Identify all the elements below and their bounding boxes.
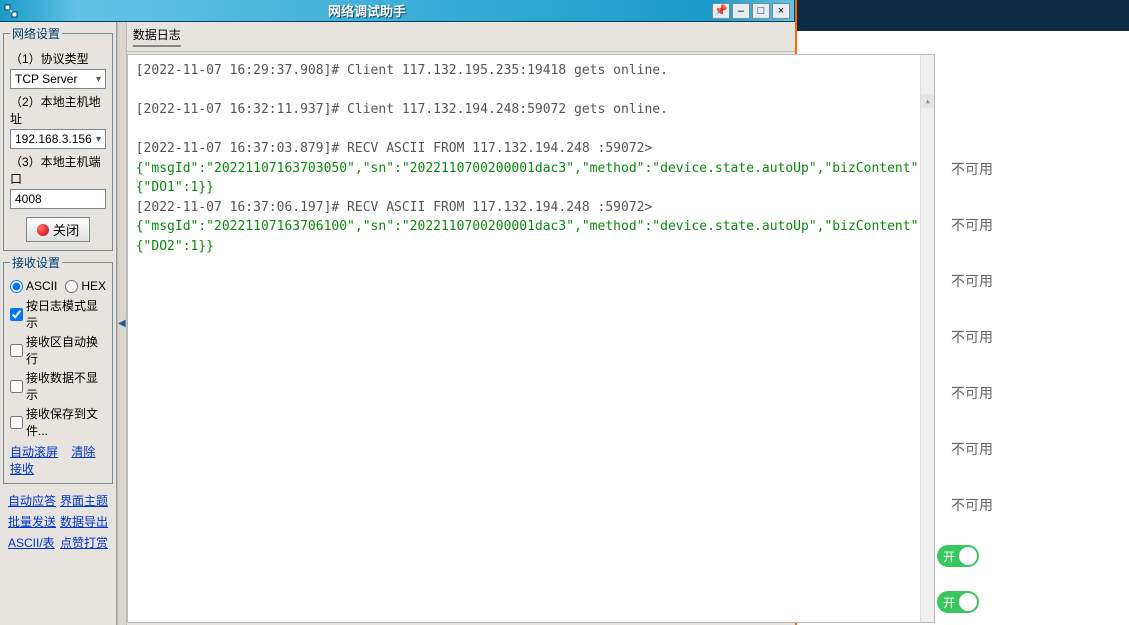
auto-reply-link[interactable]: 自动应答: [8, 492, 56, 509]
right-topbar: [797, 0, 1129, 31]
like-link[interactable]: 点赞打赏: [60, 534, 108, 551]
net-assist-window: 网络调试助手 📌 – □ × 网络设置 （1）协议类型 TCP Server （…: [0, 0, 795, 625]
ascii-radio[interactable]: ASCII: [10, 279, 57, 293]
log-line: [2022-11-07 16:29:37.908]# Client 117.13…: [136, 63, 668, 78]
log-scrollbar[interactable]: ▴: [920, 55, 934, 622]
row-status-label: 不可用: [951, 327, 993, 347]
hide-recv-checkbox[interactable]: 接收数据不显示: [10, 369, 106, 403]
scroll-up-icon[interactable]: ▴: [921, 94, 934, 108]
log-line: [2022-11-07 16:37:03.879]# RECV ASCII FR…: [136, 141, 653, 156]
host-label: （2）本地主机地址: [10, 93, 106, 127]
chevron-left-icon: ◀: [118, 318, 126, 329]
auto-scroll-link[interactable]: 自动滚屏: [10, 445, 58, 459]
record-icon: [37, 224, 49, 236]
protocol-select[interactable]: TCP Server: [10, 69, 106, 89]
maximize-button[interactable]: □: [752, 3, 770, 19]
window-title: 网络调试助手: [22, 1, 712, 20]
bottom-link-grid: 自动应答 界面主题 批量发送 数据导出 ASCII/表 点赞打赏: [4, 490, 112, 553]
row-status-label: 不可用: [951, 495, 993, 515]
log-line: {"msgId":"20221107163706100","sn":"20221…: [136, 219, 927, 254]
toggle-switch[interactable]: 开: [937, 545, 979, 567]
log-line: [2022-11-07 16:37:06.197]# RECV ASCII FR…: [136, 200, 653, 215]
network-settings-legend: 网络设置: [10, 25, 62, 42]
sidebar: 网络设置 （1）协议类型 TCP Server （2）本地主机地址 192.16…: [0, 22, 117, 625]
row-status-label: 不可用: [951, 159, 993, 179]
log-line: {"msgId":"20221107163703050","sn":"20221…: [136, 161, 927, 196]
row-status-label: 不可用: [951, 439, 993, 459]
app-body: 网络设置 （1）协议类型 TCP Server （2）本地主机地址 192.16…: [0, 22, 794, 625]
auto-wrap-checkbox[interactable]: 接收区自动换行: [10, 333, 106, 367]
hex-radio[interactable]: HEX: [65, 279, 106, 293]
minimize-button[interactable]: –: [732, 3, 750, 19]
theme-link[interactable]: 界面主题: [60, 492, 108, 509]
log-mode-checkbox[interactable]: 按日志模式显示: [10, 297, 106, 331]
ascii-table-link[interactable]: ASCII/表: [8, 534, 55, 551]
toggle-on-label: 开: [943, 548, 955, 565]
save-file-checkbox[interactable]: 接收保存到文件...: [10, 405, 106, 439]
toggle-on-label: 开: [943, 594, 955, 611]
close-connection-button[interactable]: 关闭: [26, 217, 91, 242]
protocol-label: （1）协议类型: [10, 50, 106, 67]
data-export-link[interactable]: 数据导出: [60, 513, 108, 530]
network-settings-group: 网络设置 （1）协议类型 TCP Server （2）本地主机地址 192.16…: [3, 25, 113, 251]
window-controls: 📌 – □ ×: [712, 3, 794, 19]
close-button[interactable]: ×: [772, 3, 790, 19]
pin-button[interactable]: 📌: [712, 3, 730, 19]
titlebar: 网络调试助手 📌 – □ ×: [0, 0, 794, 22]
batch-send-link[interactable]: 批量发送: [8, 513, 56, 530]
row-status-label: 不可用: [951, 271, 993, 291]
data-log-tab[interactable]: 数据日志: [133, 26, 181, 47]
row-status-label: 不可用: [951, 383, 993, 403]
receive-settings-legend: 接收设置: [10, 254, 62, 271]
port-input[interactable]: [10, 189, 106, 209]
row-status-label: 不可用: [951, 215, 993, 235]
main-panel: 数据日志 NetAssist V5.0.2 ◈ 🔔 [2022-11-07 16…: [127, 22, 938, 625]
receive-settings-group: 接收设置 ASCII HEX 按日志模式显示 接收区自动换行 接收数据不显示 接…: [3, 254, 113, 484]
port-label: （3）本地主机端口: [10, 153, 106, 187]
log-line: [2022-11-07 16:32:11.937]# Client 117.13…: [136, 102, 668, 117]
host-select[interactable]: 192.168.3.156: [10, 129, 106, 149]
toggle-switch[interactable]: 开: [937, 591, 979, 613]
app-icon: [0, 0, 22, 22]
sidebar-collapse-handle[interactable]: ◀: [117, 22, 127, 625]
log-textarea[interactable]: [2022-11-07 16:29:37.908]# Client 117.13…: [127, 54, 936, 623]
